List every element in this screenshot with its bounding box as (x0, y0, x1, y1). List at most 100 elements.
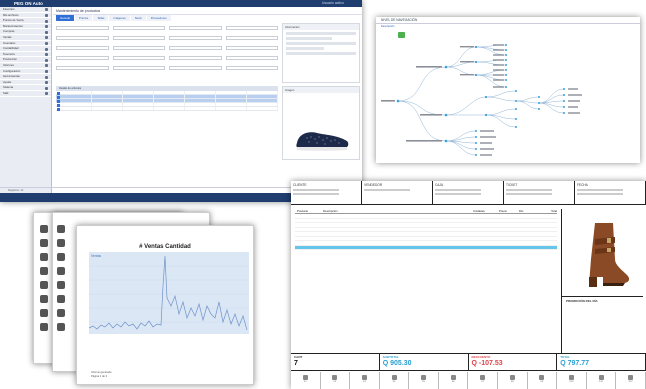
key-icon (480, 375, 486, 380)
form-field[interactable] (169, 26, 222, 30)
form-field[interactable] (112, 36, 165, 40)
pos-function-keys: F1 F2 F3 F4 F5 F6 F7 F8 F9 F10 F11 F12 (291, 372, 646, 389)
tab-prices[interactable]: Precios (74, 15, 93, 21)
tree-nodes[interactable] (396, 44, 565, 156)
pos-info-label: CAJA (435, 183, 444, 187)
key-icon (509, 375, 515, 380)
form-field[interactable] (56, 26, 109, 30)
form-field[interactable] (225, 26, 278, 30)
function-key-button[interactable]: F10 (557, 372, 587, 389)
product-thumbnail (40, 267, 48, 275)
sidebar-item-label: Herramientas (3, 74, 20, 79)
function-key-button[interactable]: F8 (498, 372, 528, 389)
form-field[interactable] (56, 46, 109, 50)
sidebar-item-label: Informes (3, 62, 14, 67)
sidebar-item[interactable]: Salir (0, 91, 51, 97)
form-field[interactable] (225, 56, 278, 60)
composite-screenshot: # Ventas Cantidad Ventas Informe generad… (0, 0, 646, 389)
tab-suppliers[interactable]: Proveedores (146, 15, 171, 21)
total-value: 7 (294, 360, 298, 367)
form-field[interactable] (225, 36, 278, 40)
column-header: Descripción (323, 209, 338, 213)
erp-product-window: PEG ON Auto Usuario activo Favoritos Mis… (0, 0, 362, 202)
function-key-button[interactable]: F7 (468, 372, 499, 389)
sidebar-item-icon (45, 86, 48, 90)
sidebar-item-label: Configuración (3, 68, 21, 73)
total-discount: DESCUENTO Q -107.53 (469, 354, 558, 370)
table-row-selected[interactable] (295, 245, 557, 250)
product-thumbnail (40, 253, 48, 261)
key-icon (391, 375, 397, 380)
function-key-button[interactable]: F11 (587, 372, 617, 389)
sidebar-item-icon (45, 13, 48, 17)
function-key-button[interactable]: F1 (291, 372, 321, 389)
product-thumbnail (57, 295, 65, 303)
form-field[interactable] (56, 56, 109, 60)
form-field[interactable] (225, 66, 278, 70)
function-key-button[interactable]: F3 (350, 372, 380, 389)
form-field[interactable] (225, 46, 278, 50)
sidebar-item-icon (45, 75, 48, 79)
tab-images[interactable]: Imágenes (109, 15, 130, 21)
tab-stock[interactable]: Stock (130, 15, 146, 21)
user-label[interactable]: Usuario activo (322, 0, 344, 7)
key-icon (421, 375, 427, 380)
function-key-button[interactable]: F4 (380, 372, 410, 389)
pos-info-box[interactable]: VENDEDOR (362, 181, 433, 204)
pos-info-box[interactable]: CLIENTE (291, 181, 362, 204)
product-image-title: Imagen (283, 87, 359, 93)
product-thumbnail (57, 225, 65, 233)
form-field[interactable] (56, 36, 109, 40)
total-count: CANT 7 (291, 354, 380, 370)
total-value: Q -107.53 (471, 360, 503, 367)
pos-header-boxes: CLIENTE VENDEDOR CAJA TICKET FECHA (291, 181, 646, 205)
function-key-button[interactable]: F12 (616, 372, 646, 389)
product-thumbnail (57, 323, 65, 331)
sidebar-item-icon (45, 36, 48, 40)
key-label: F5 (422, 381, 425, 383)
column-header: Total (551, 209, 557, 213)
form-field[interactable] (169, 36, 222, 40)
product-thumbnail (40, 225, 48, 233)
sidebar-item-label: Mantenimientos (3, 23, 23, 28)
column-header: Unidades (473, 209, 485, 213)
table-row[interactable] (56, 107, 278, 111)
pos-totals-bar: CANT 7 SUBTOTAL Q 905.30 DESCUENTO Q -107.5… (291, 353, 646, 371)
form-field[interactable] (169, 56, 222, 60)
product-thumbnail (57, 253, 65, 261)
product-thumbnail (40, 323, 48, 331)
form-field[interactable] (112, 56, 165, 60)
pos-info-box[interactable]: FECHA (575, 181, 646, 204)
chart-plot-area (89, 252, 249, 334)
form-field[interactable] (56, 66, 109, 70)
pos-info-label: FECHA (577, 183, 588, 187)
form-field[interactable] (169, 46, 222, 50)
erp-header-bar: PEG ON Auto Usuario activo (0, 0, 362, 7)
function-key-button[interactable]: F5 (409, 372, 439, 389)
articles-grid (56, 91, 278, 117)
thumbnail-column (57, 225, 71, 337)
sidebar-item-icon (45, 69, 48, 73)
pos-info-box[interactable]: TICKET (504, 181, 575, 204)
sidebar-item-label: Contabilidad (3, 46, 19, 51)
form-field[interactable] (112, 46, 165, 50)
navigation-tree-window: NIVEL DE NAVEGACIÓN Descripción (376, 17, 640, 163)
report-footer: Informe generado Página 1 de 3 (91, 371, 111, 378)
form-field[interactable] (112, 66, 165, 70)
total-grand: TOTAL Q 797.77 (557, 354, 646, 370)
erp-main-area: Mantenimiento de productos General Preci… (53, 7, 362, 202)
pos-info-box[interactable]: CAJA (433, 181, 504, 204)
function-key-button[interactable]: F9 (528, 372, 558, 389)
sidebar-item-label: Ventas (3, 34, 12, 39)
function-key-button[interactable]: F2 (321, 372, 351, 389)
tab-general[interactable]: General (56, 15, 74, 21)
key-label: F12 (628, 381, 633, 383)
function-key-button[interactable]: F6 (439, 372, 469, 389)
form-field[interactable] (169, 66, 222, 70)
column-header: Precio (499, 209, 507, 213)
product-thumbnail (40, 239, 48, 247)
form-field[interactable] (112, 26, 165, 30)
tab-sizes[interactable]: Tallas (93, 15, 109, 21)
info-panel: Información (282, 23, 360, 83)
key-icon (450, 375, 456, 380)
